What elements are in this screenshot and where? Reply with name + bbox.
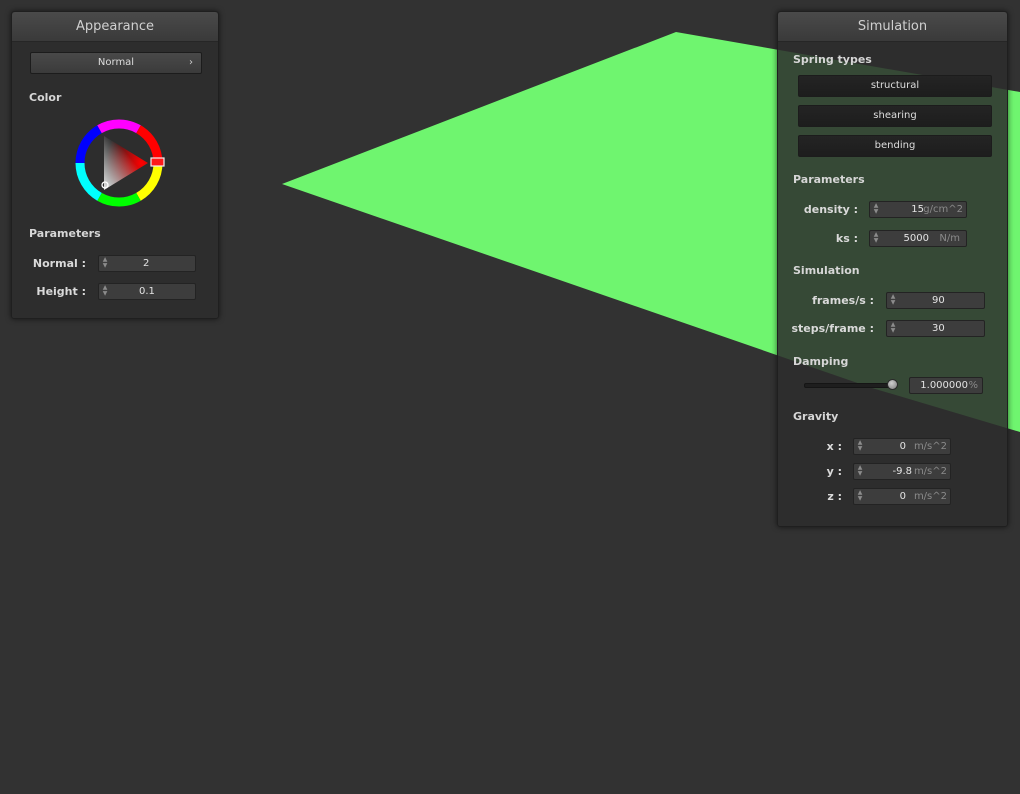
steps-value: 30 <box>932 323 945 334</box>
color-wheel-picker[interactable] <box>72 116 166 210</box>
damping-value: 1.000000 <box>920 380 968 391</box>
gravity-y-label: y : <box>826 465 842 478</box>
spinner-icon: ▲ ▼ <box>890 293 896 306</box>
gravity-z-label: z : <box>827 490 842 503</box>
simulation-title: Simulation <box>778 12 1007 42</box>
hue-marker[interactable] <box>150 157 165 167</box>
damping-label: Damping <box>793 355 849 368</box>
spinner-icon: ▲ ▼ <box>890 321 896 334</box>
normal-value: 2 <box>143 258 150 269</box>
simulation-panel: Simulation Spring types structural shear… <box>777 11 1008 527</box>
damping-slider[interactable] <box>804 378 898 392</box>
normal-label: Normal : <box>32 257 86 270</box>
steps-label: steps/frame : <box>791 322 875 335</box>
gravity-x-label: x : <box>826 440 842 453</box>
gravity-y-input[interactable]: ▲ ▼ -9.8 m/s^2 <box>853 463 951 480</box>
damping-slider-knob[interactable] <box>887 379 898 390</box>
height-value: 0.1 <box>139 286 155 297</box>
gravity-z-value: 0 <box>899 491 906 502</box>
gravity-label: Gravity <box>793 410 839 423</box>
structural-toggle[interactable]: structural <box>798 75 992 97</box>
gravity-z-input[interactable]: ▲ ▼ 0 m/s^2 <box>853 488 951 505</box>
damping-slider-track[interactable] <box>804 383 896 388</box>
bending-toggle[interactable]: bending <box>798 135 992 157</box>
ks-unit: N/m <box>939 233 960 244</box>
appearance-title: Appearance <box>12 12 218 42</box>
density-value: 15 <box>911 204 924 215</box>
gravity-x-unit: m/s^2 <box>913 441 947 452</box>
gravity-x-value: 0 <box>899 441 906 452</box>
gravity-z-unit: m/s^2 <box>913 491 947 502</box>
sim-parameters-label: Parameters <box>793 173 865 186</box>
fps-value: 90 <box>932 295 945 306</box>
appearance-parameters-label: Parameters <box>29 227 101 240</box>
spinner-icon: ▲ ▼ <box>102 256 108 269</box>
spinner-icon: ▲ ▼ <box>102 284 108 297</box>
height-label: Height : <box>36 285 86 298</box>
spinner-icon: ▲ ▼ <box>857 489 863 502</box>
shader-dropdown[interactable]: Normal › <box>30 52 202 74</box>
shader-dropdown-label: Normal <box>97 57 135 68</box>
ks-label: ks : <box>835 232 858 245</box>
spinner-icon: ▲ ▼ <box>857 439 863 452</box>
gravity-x-input[interactable]: ▲ ▼ 0 m/s^2 <box>853 438 951 455</box>
appearance-panel: Appearance Normal › Color Parameters Nor… <box>11 11 219 319</box>
density-unit: g/cm^2 <box>923 204 963 215</box>
gravity-y-value: -9.8 <box>892 466 912 477</box>
density-input[interactable]: ▲ ▼ 15 g/cm^2 <box>869 201 967 218</box>
fps-label: frames/s : <box>812 294 874 307</box>
ks-input[interactable]: ▲ ▼ 5000 N/m <box>869 230 967 247</box>
spring-types-label: Spring types <box>793 53 872 66</box>
height-input[interactable]: ▲ ▼ 0.1 <box>98 283 196 300</box>
spinner-icon: ▲ ▼ <box>873 202 879 215</box>
fps-input[interactable]: ▲ ▼ 90 <box>886 292 985 309</box>
spinner-icon: ▲ ▼ <box>857 464 863 477</box>
chevron-right-icon: › <box>189 57 193 68</box>
color-section-label: Color <box>29 91 62 104</box>
simulation-section-label: Simulation <box>793 264 860 277</box>
density-label: density : <box>803 203 858 216</box>
shearing-toggle[interactable]: shearing <box>798 105 992 127</box>
ks-value: 5000 <box>903 233 929 244</box>
gravity-y-unit: m/s^2 <box>913 466 947 477</box>
spinner-icon: ▲ ▼ <box>873 231 879 244</box>
damping-input[interactable]: 1.000000 % <box>909 377 983 394</box>
normal-input[interactable]: ▲ ▼ 2 <box>98 255 196 272</box>
damping-unit: % <box>968 380 978 391</box>
steps-input[interactable]: ▲ ▼ 30 <box>886 320 985 337</box>
